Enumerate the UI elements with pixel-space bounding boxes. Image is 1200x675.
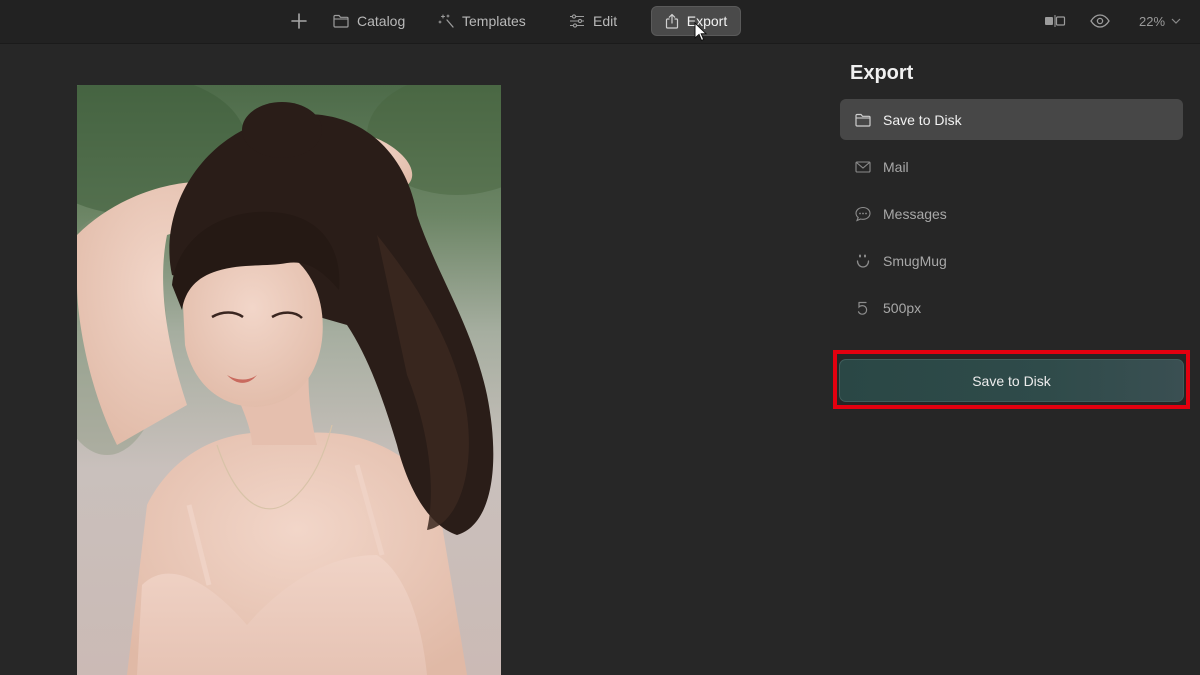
sparkle-icon [438, 14, 454, 28]
catalog-button[interactable]: Catalog [333, 6, 405, 36]
preview-button[interactable] [1090, 6, 1110, 36]
destination-500px[interactable]: 500px [840, 287, 1183, 328]
eye-icon [1090, 14, 1110, 28]
destination-mail[interactable]: Mail [840, 146, 1183, 187]
destination-label: Mail [883, 158, 909, 175]
top-toolbar: Catalog Templates Edit Export 22% [0, 0, 1200, 44]
messages-icon [855, 206, 871, 222]
plus-icon [291, 13, 307, 29]
export-button[interactable]: Export [651, 6, 741, 36]
templates-label: Templates [462, 13, 526, 29]
compare-view-button[interactable] [1044, 6, 1066, 36]
destination-smugmug[interactable]: SmugMug [840, 240, 1183, 281]
photo-preview [77, 85, 501, 675]
save-to-disk-button[interactable]: Save to Disk [839, 359, 1184, 402]
add-button[interactable] [288, 6, 310, 36]
sliders-icon [570, 14, 584, 28]
edit-button[interactable]: Edit [569, 6, 617, 36]
destination-label: Save to Disk [883, 111, 962, 128]
folder-icon [855, 112, 871, 128]
panel-title: Export [850, 62, 914, 84]
zoom-value: 22% [1139, 13, 1166, 29]
destination-label: Messages [883, 205, 947, 222]
split-view-icon [1045, 15, 1066, 27]
destination-label: 500px [883, 299, 922, 316]
mail-icon [855, 159, 871, 175]
templates-button[interactable]: Templates [438, 6, 526, 36]
chevron-down-icon [1171, 18, 1181, 24]
500px-icon [855, 300, 871, 316]
edit-label: Edit [593, 13, 618, 29]
destination-save-to-disk[interactable]: Save to Disk [840, 99, 1183, 140]
zoom-dropdown[interactable]: 22% [1139, 6, 1181, 36]
catalog-label: Catalog [357, 13, 406, 29]
export-label: Export [686, 13, 728, 29]
share-icon [665, 13, 678, 29]
folder-icon [333, 14, 349, 28]
app-window: Catalog Templates Edit Export 22% Export… [0, 0, 1200, 675]
destination-messages[interactable]: Messages [840, 193, 1183, 234]
destination-label: SmugMug [883, 252, 947, 269]
smugmug-icon [855, 253, 871, 269]
export-panel: Export Save to Disk Mail Messages SmugMu… [830, 44, 1200, 675]
